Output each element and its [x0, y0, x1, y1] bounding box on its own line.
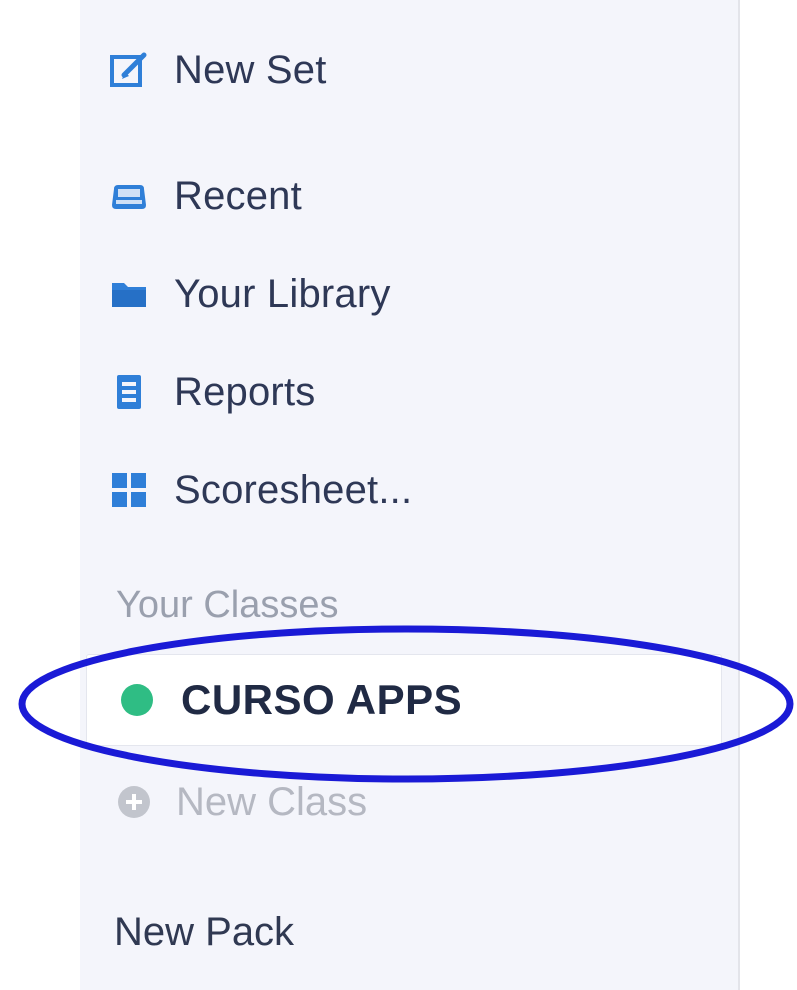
nav-item-label: Scoresheet... — [174, 467, 413, 512]
classes-section-header: Your Classes — [116, 584, 339, 626]
nav-item-reports[interactable]: Reports — [108, 362, 315, 422]
nav-item-label: Recent — [174, 173, 302, 218]
class-color-dot — [121, 684, 153, 716]
sidebar-divider — [738, 0, 740, 990]
reports-icon — [108, 371, 150, 413]
recent-icon — [108, 175, 150, 217]
new-class-label: New Class — [176, 779, 368, 824]
nav-item-recent[interactable]: Recent — [108, 166, 302, 226]
new-pack-link[interactable]: New Pack — [114, 902, 294, 962]
nav-item-label: Reports — [174, 369, 316, 414]
folder-icon — [108, 273, 150, 315]
class-item-label: CURSO APPS — [181, 676, 463, 723]
new-class-button[interactable]: New Class — [118, 772, 367, 832]
add-circle-icon — [118, 786, 150, 818]
class-item-curso-apps[interactable]: CURSO APPS — [86, 654, 722, 746]
nav-item-label: New Set — [174, 47, 327, 92]
nav-item-your-library[interactable]: Your Library — [108, 264, 391, 324]
nav-item-scoresheet[interactable]: Scoresheet... — [108, 460, 412, 520]
grid-icon — [108, 469, 150, 511]
nav-item-new-set[interactable]: New Set — [108, 40, 327, 100]
nav-item-label: Your Library — [174, 271, 391, 316]
edit-icon — [108, 49, 150, 91]
